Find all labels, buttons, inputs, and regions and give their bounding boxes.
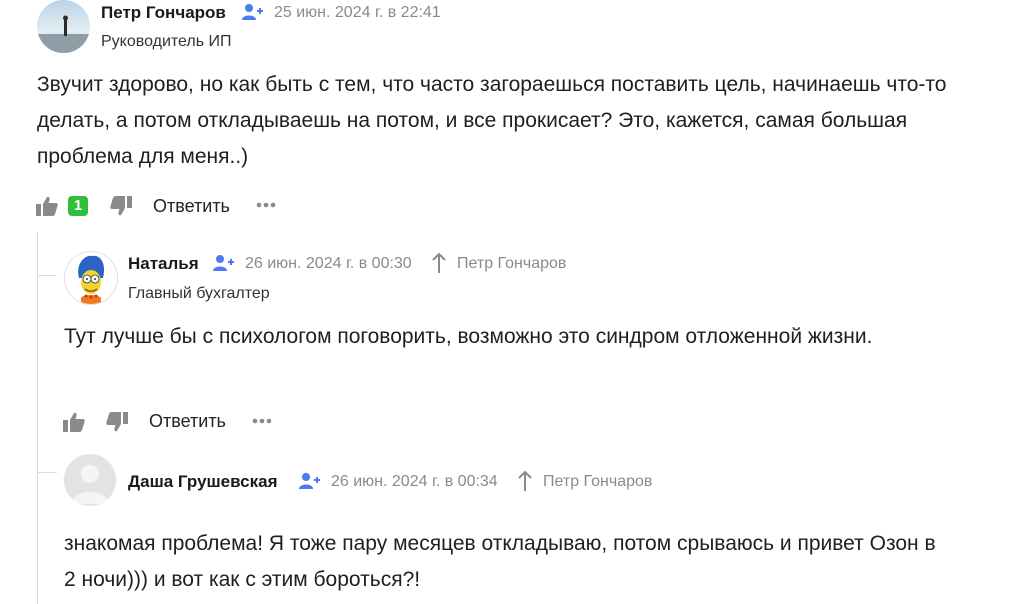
comment-text: Тут лучше бы с психологом поговорить, во… — [64, 325, 873, 348]
avatar[interactable] — [64, 454, 116, 506]
like-count-badge: 1 — [68, 196, 88, 216]
subscribe-icon[interactable] — [242, 3, 264, 21]
author-name[interactable]: Даша Грушевская — [128, 472, 278, 492]
thumbs-down-icon[interactable] — [106, 412, 128, 432]
reply-to-author[interactable]: Петр Гончаров — [457, 255, 566, 273]
reply-to-author[interactable]: Петр Гончаров — [543, 473, 652, 491]
comment-date: 26 июн. 2024 г. в 00:30 — [245, 255, 412, 272]
reply-button[interactable]: Ответить — [149, 411, 226, 432]
thumbs-up-icon[interactable] — [36, 196, 58, 216]
arrow-up-icon — [518, 470, 532, 492]
author-role: Главный бухгалтер — [128, 285, 270, 302]
avatar[interactable] — [64, 251, 118, 305]
avatar[interactable] — [37, 0, 90, 53]
more-options-icon[interactable] — [256, 202, 276, 208]
subscribe-icon[interactable] — [299, 472, 321, 490]
arrow-up-icon — [432, 252, 446, 274]
more-options-icon[interactable] — [252, 418, 272, 424]
comment-date: 26 июн. 2024 г. в 00:34 — [331, 473, 498, 490]
thread-connector — [37, 275, 57, 276]
thread-connector — [37, 472, 57, 473]
reply-button[interactable]: Ответить — [153, 196, 230, 217]
subscribe-icon[interactable] — [213, 254, 235, 272]
comment-text: Звучит здорово, но как быть с тем, что ч… — [37, 73, 947, 168]
thread-line — [37, 232, 38, 604]
author-name[interactable]: Петр Гончаров — [101, 3, 226, 23]
comment-text: знакомая проблема! Я тоже пару месяцев о… — [64, 532, 936, 591]
author-name[interactable]: Наталья — [128, 254, 199, 274]
author-role: Руководитель ИП — [101, 33, 232, 50]
thumbs-down-icon[interactable] — [110, 196, 132, 216]
comment-date: 25 июн. 2024 г. в 22:41 — [274, 4, 441, 21]
thumbs-up-icon[interactable] — [63, 412, 85, 432]
